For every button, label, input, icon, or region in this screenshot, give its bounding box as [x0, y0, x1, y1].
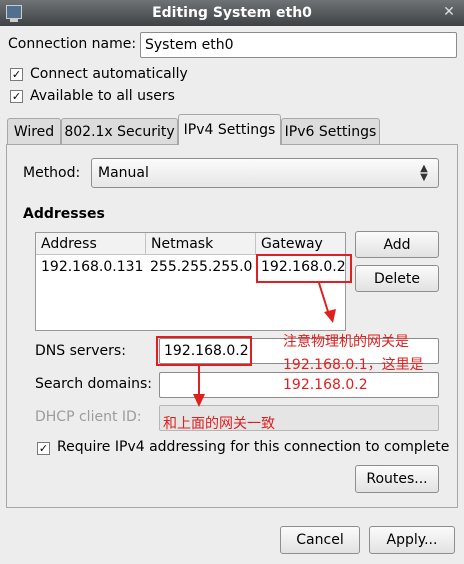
gateway-note-line3: 192.168.0.2 [283, 377, 368, 393]
dns-arrow-icon [193, 366, 205, 407]
tab-ipv4-settings[interactable]: IPv4 Settings [178, 114, 281, 145]
gateway-note-line2: 192.168.0.1，这里是 [283, 357, 424, 373]
dns-note: 和上面的网关一致 [163, 416, 275, 432]
annotation-arrows [193, 282, 336, 407]
tab-ipv4-label: IPv4 Settings [183, 122, 276, 138]
gateway-note-line1: 注意物理机的网关是 [283, 334, 409, 350]
gateway-arrow-icon [318, 282, 336, 323]
